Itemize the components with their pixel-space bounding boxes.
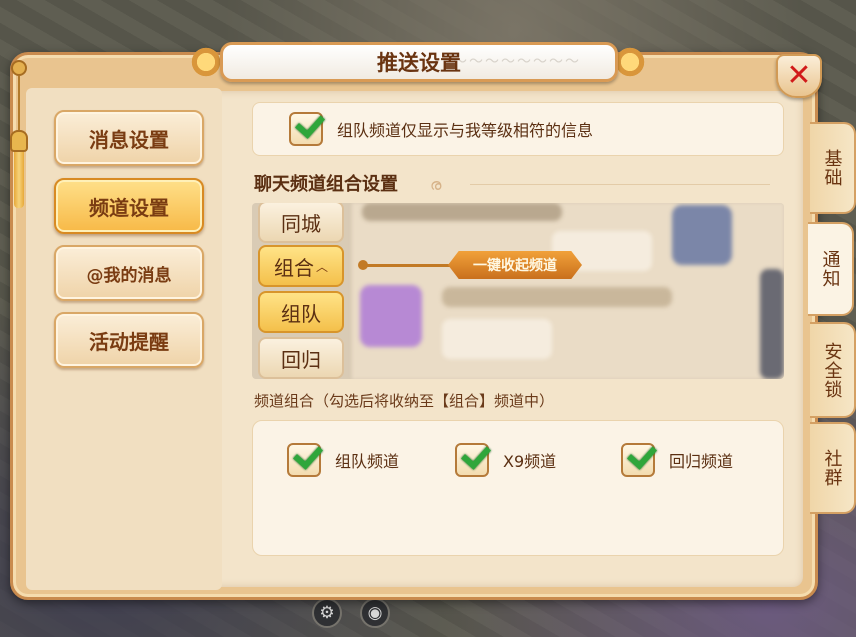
channel-tab-label: 同城: [281, 211, 321, 236]
option-x9-channel: X9频道: [455, 443, 556, 477]
group-caption: 频道组合（勾选后将收纳至【组合】频道中）: [254, 392, 555, 410]
team-level-filter-label: 组队频道仅显示与我等级相符的信息: [337, 121, 594, 140]
nav-at-me-messages[interactable]: @我的消息: [54, 245, 204, 301]
x9-channel-checkbox[interactable]: [455, 443, 489, 477]
nav-message-settings[interactable]: 消息设置: [54, 110, 204, 166]
nav-label: @我的消息: [86, 265, 172, 286]
option-label: 组队频道: [335, 452, 400, 471]
option-team-channel: 组队频道: [287, 443, 399, 477]
close-icon: ✕: [786, 58, 812, 93]
team-channel-checkbox[interactable]: [287, 443, 321, 477]
swirl-ornament-icon: ര: [430, 175, 442, 194]
option-label: X9频道: [503, 452, 557, 471]
team-level-filter-checkbox[interactable]: [289, 112, 323, 146]
caret-up-icon: ︿: [315, 259, 328, 274]
bottom-toolbar: ⚙ ◉: [312, 598, 390, 628]
collapse-channels-tooltip: 一键收起频道: [448, 251, 582, 279]
close-button[interactable]: ✕: [776, 54, 822, 98]
side-tab-label: 社群: [821, 449, 843, 487]
side-tab-label: 通知: [819, 250, 841, 288]
nav-channel-settings[interactable]: 频道设置: [54, 178, 204, 234]
channel-tab-combined[interactable]: 组合 ︿: [258, 245, 344, 287]
channel-preview: 同城 组合 ︿ 组队 回归 一键收起频道: [252, 203, 784, 379]
group-options-box: 组队频道 X9频道 回归频道: [252, 420, 784, 556]
team-level-filter-option: 组队频道仅显示与我等级相符的信息: [252, 102, 784, 156]
side-tab-basic[interactable]: 基础: [810, 122, 856, 214]
side-tab-notify[interactable]: 通知: [808, 222, 854, 316]
side-tab-label: 基础: [821, 149, 843, 187]
side-tab-label: 安全锁: [821, 341, 843, 399]
channel-tab-label: 回归: [281, 347, 321, 372]
side-tab-security-lock[interactable]: 安全锁: [810, 322, 856, 418]
nav-label: 活动提醒: [89, 329, 169, 354]
nav-event-reminder[interactable]: 活动提醒: [54, 312, 204, 368]
settings-gear-icon[interactable]: ⚙: [312, 598, 342, 628]
option-label: 回归频道: [669, 452, 734, 471]
return-channel-checkbox[interactable]: [621, 443, 655, 477]
side-tab-community[interactable]: 社群: [810, 422, 856, 514]
channel-tab-return[interactable]: 回归: [258, 337, 344, 379]
tassel-ornament-icon: [8, 60, 30, 210]
title-banner: 〜〜〜〜〜〜〜〜 推送设置: [220, 42, 618, 82]
channel-tab-label: 组合: [273, 255, 314, 280]
section-divider: ര: [430, 175, 780, 194]
tooltip-pointer-line: [364, 264, 454, 267]
cloud-decoration-icon: 〜〜〜〜〜〜〜〜: [453, 54, 581, 70]
channel-tab-city[interactable]: 同城: [258, 203, 344, 243]
nav-label: 消息设置: [89, 127, 169, 152]
option-return-channel: 回归频道: [621, 443, 733, 477]
camera-icon[interactable]: ◉: [360, 598, 390, 628]
section-title: 聊天频道组合设置: [254, 174, 398, 195]
nav-label: 频道设置: [89, 195, 169, 220]
tooltip-text: 一键收起频道: [473, 258, 557, 274]
channel-tab-label: 组队: [281, 301, 321, 326]
page-title: 推送设置: [377, 51, 461, 75]
channel-tab-team[interactable]: 组队: [258, 291, 344, 333]
